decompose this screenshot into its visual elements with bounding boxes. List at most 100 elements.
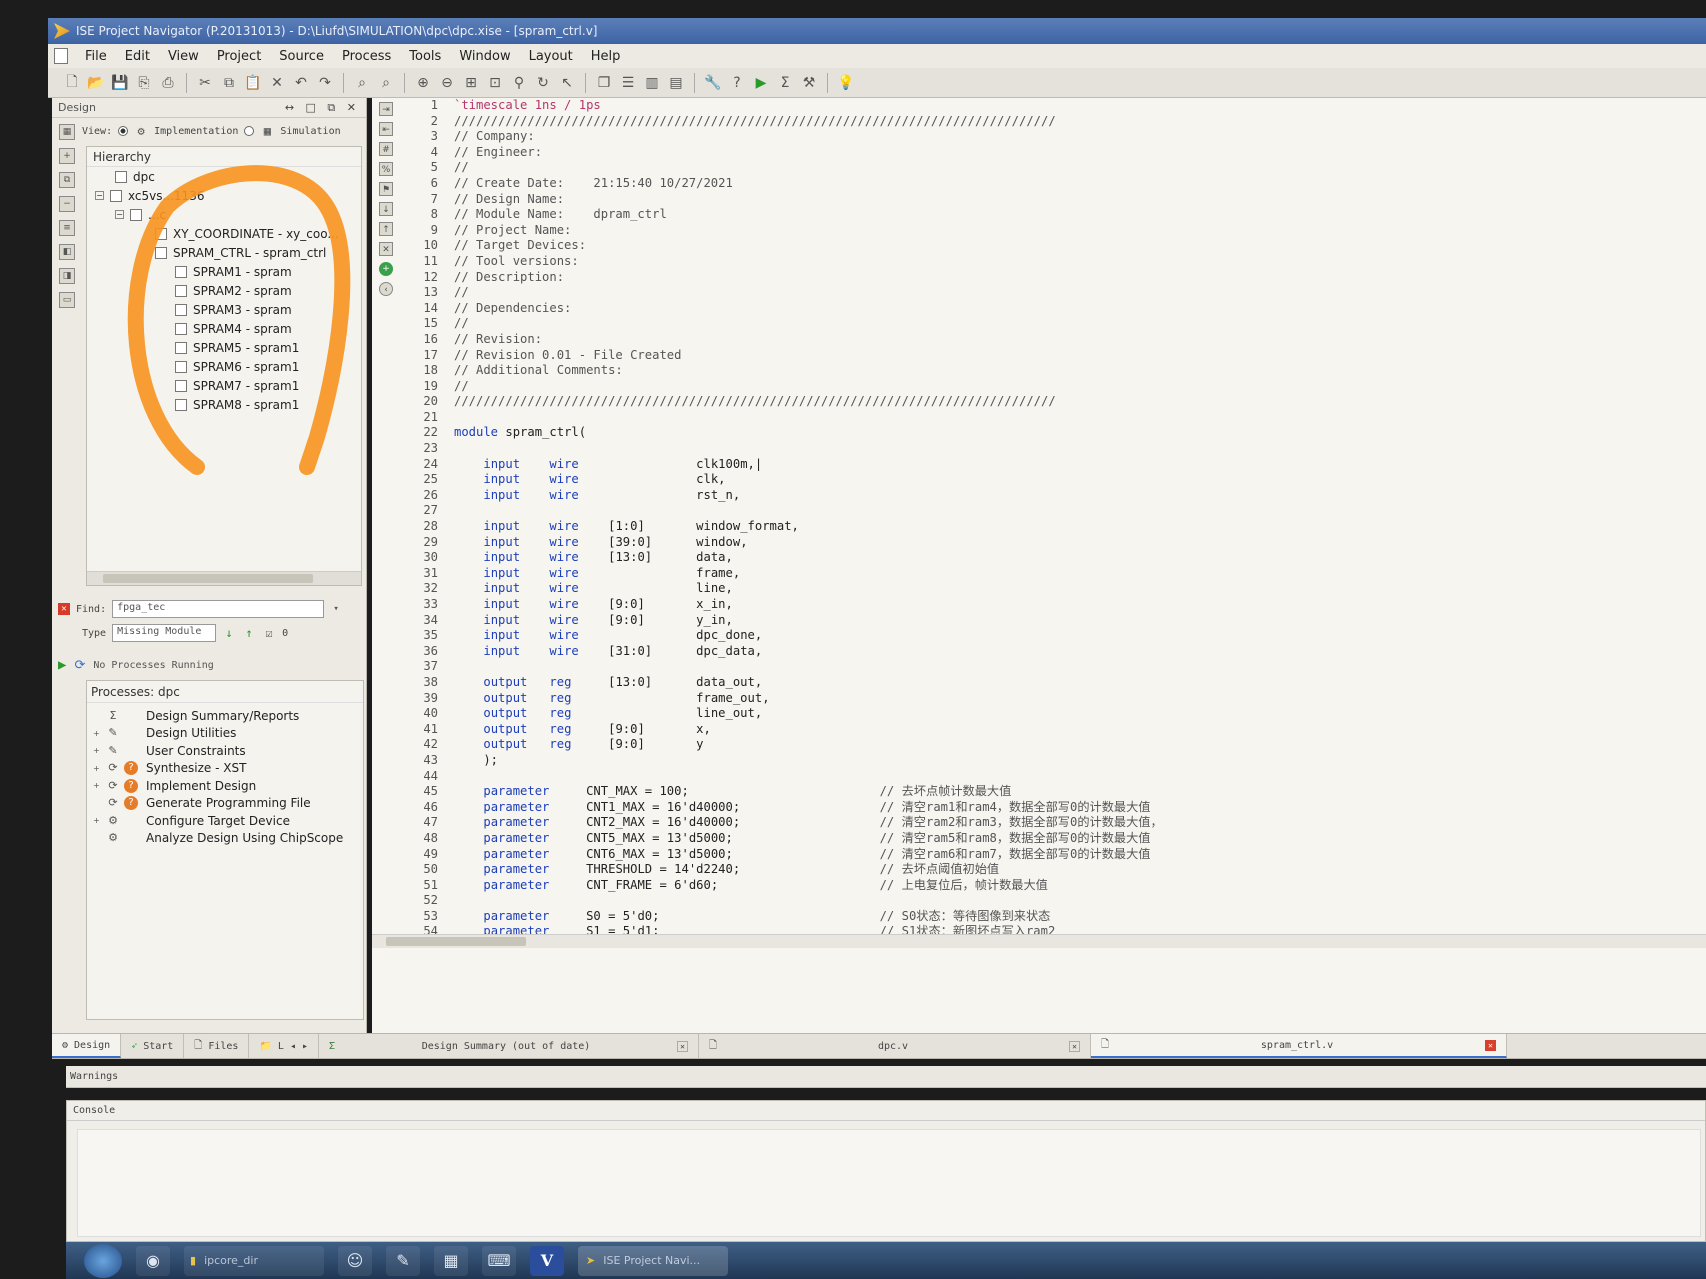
go-back-icon[interactable]: ‹: [379, 282, 393, 296]
code-line[interactable]: 29 input wire [39:0] window,: [412, 535, 1702, 551]
zoom-out-icon[interactable]: ⊖: [437, 73, 457, 93]
delete-icon[interactable]: ✕: [267, 73, 287, 93]
code-line[interactable]: 33 input wire [9:0] x_in,: [412, 597, 1702, 613]
code-line[interactable]: 10 // Target Devices:: [412, 238, 1702, 254]
console-output[interactable]: [77, 1129, 1701, 1237]
uncomment-icon[interactable]: %: [379, 162, 393, 176]
run-process-icon[interactable]: ▶: [58, 657, 66, 673]
hierarchy-node[interactable]: − xc5vs...1136: [87, 186, 361, 205]
code-line[interactable]: 45 parameter CNT_MAX = 100; // 去坏点帧计数最大值: [412, 784, 1702, 800]
language-templates-icon[interactable]: +: [379, 262, 393, 276]
code-line[interactable]: 4 // Engineer:: [412, 145, 1702, 161]
outdent-icon[interactable]: ⇤: [379, 122, 393, 136]
find-options-icon[interactable]: ☑: [262, 623, 276, 643]
find-dropdown-icon[interactable]: ▾: [330, 599, 342, 619]
type-select[interactable]: Missing Module: [112, 624, 217, 642]
visio-icon[interactable]: V: [530, 1245, 564, 1276]
hammer-icon[interactable]: ⚒: [799, 73, 819, 93]
process-item[interactable]: ⚙ Analyze Design Using ChipScope: [87, 830, 363, 848]
find-in-files-icon[interactable]: ⌕: [376, 73, 396, 93]
indent-icon[interactable]: ⇥: [379, 102, 393, 116]
code-line[interactable]: 19 //: [412, 379, 1702, 395]
code-line[interactable]: 26 input wire rst_n,: [412, 488, 1702, 504]
code-line[interactable]: 14 // Dependencies:: [412, 301, 1702, 317]
sigma-icon[interactable]: Σ: [775, 73, 795, 93]
simulation-radio[interactable]: [244, 126, 255, 136]
menu-view[interactable]: View: [159, 49, 208, 64]
code-line[interactable]: 3 // Company:: [412, 129, 1702, 145]
code-line[interactable]: 53 parameter S0 = 5'd0; // S0状态：等待图像到来状态: [412, 909, 1702, 925]
run-icon[interactable]: ▶: [751, 73, 771, 93]
process-item[interactable]: + ⟳? Implement Design: [87, 777, 363, 795]
hierarchy-node[interactable]: SPRAM2 - spram: [87, 281, 361, 300]
lightbulb-icon[interactable]: 💡: [836, 73, 856, 93]
code-line[interactable]: 9 // Project Name:: [412, 223, 1702, 239]
process-item[interactable]: + ✎ User Constraints: [87, 742, 363, 760]
code-line[interactable]: 5 //: [412, 160, 1702, 176]
code-line[interactable]: 27: [412, 503, 1702, 519]
menu-help[interactable]: Help: [582, 49, 630, 64]
wrench-icon[interactable]: 🔧: [703, 73, 723, 93]
undo-icon[interactable]: ↶: [291, 73, 311, 93]
code-line[interactable]: 36 input wire [31:0] dpc_data,: [412, 644, 1702, 660]
remove-source-icon[interactable]: −: [59, 196, 75, 212]
code-line[interactable]: 25 input wire clk,: [412, 472, 1702, 488]
print-icon[interactable]: ⎙: [158, 73, 178, 93]
menu-source[interactable]: Source: [270, 49, 333, 64]
tab-scroll-left-icon[interactable]: ◂: [290, 1041, 296, 1052]
process-expander-icon[interactable]: +: [93, 729, 102, 738]
code-line[interactable]: 32 input wire line,: [412, 581, 1702, 597]
find-input[interactable]: fpga_tec: [112, 600, 325, 618]
panel-icon[interactable]: ▭: [59, 292, 75, 308]
tab-scroll-right-icon[interactable]: ▸: [302, 1041, 308, 1052]
dpc-v-close-icon[interactable]: ✕: [1069, 1040, 1080, 1052]
tab-files[interactable]: 🗋 Files: [184, 1034, 250, 1058]
code-line[interactable]: 42 output reg [9:0] y: [412, 737, 1702, 753]
tree-expander-icon[interactable]: −: [115, 210, 124, 219]
code-line[interactable]: 13 //: [412, 285, 1702, 301]
select-icon[interactable]: ↖: [557, 73, 577, 93]
add-copy-icon[interactable]: ⧉: [59, 172, 75, 188]
refresh-icon[interactable]: ↻: [533, 73, 553, 93]
code-line[interactable]: 15 //: [412, 316, 1702, 332]
code-line[interactable]: 28 input wire [1:0] window_format,: [412, 519, 1702, 535]
warnings-panel[interactable]: Warnings: [66, 1066, 1706, 1088]
implementation-radio[interactable]: [118, 126, 129, 136]
tab-design[interactable]: ⚙ Design: [52, 1034, 122, 1058]
hierarchy-node[interactable]: − ...c: [87, 205, 361, 224]
menu-project[interactable]: Project: [208, 49, 270, 64]
find-next-icon[interactable]: ↓: [222, 623, 236, 643]
menu-layout[interactable]: Layout: [520, 49, 582, 64]
properties-icon[interactable]: ≡: [59, 220, 75, 236]
menu-process[interactable]: Process: [333, 49, 400, 64]
code-line[interactable]: 39 output reg frame_out,: [412, 691, 1702, 707]
copy-icon[interactable]: ⧉: [219, 73, 239, 93]
process-expander-icon[interactable]: +: [93, 764, 102, 773]
open-icon[interactable]: ◧: [59, 244, 75, 260]
start-button[interactable]: [84, 1243, 122, 1278]
hierarchy-node[interactable]: SPRAM3 - spram: [87, 300, 361, 319]
simulation-label[interactable]: Simulation: [280, 126, 340, 137]
code-area[interactable]: 1 `timescale 1ns / 1ps 2//////////////////…: [412, 98, 1702, 934]
zoom-area-icon[interactable]: ⊡: [485, 73, 505, 93]
code-line[interactable]: 23: [412, 441, 1702, 457]
code-line[interactable]: 37: [412, 659, 1702, 675]
hierarchy-node[interactable]: SPRAM7 - spram1: [87, 376, 361, 395]
code-line[interactable]: 20 //////////////////////////////////////…: [412, 394, 1702, 410]
code-line[interactable]: 50 parameter THRESHOLD = 14'd2240; // 去坏…: [412, 862, 1702, 878]
find-previous-icon[interactable]: ↑: [242, 623, 256, 643]
redo-icon[interactable]: ↷: [315, 73, 335, 93]
hierarchy-node[interactable]: XY_COORDINATE - xy_coo...: [87, 224, 361, 243]
find-icon[interactable]: ⌕: [352, 73, 372, 93]
calculator-icon[interactable]: ▦: [434, 1245, 468, 1276]
clear-bookmarks-icon[interactable]: ✕: [379, 242, 393, 256]
code-line[interactable]: 17 // Revision 0.01 - File Created: [412, 348, 1702, 364]
process-expander-icon[interactable]: +: [93, 781, 102, 790]
browser-icon[interactable]: ◉: [136, 1245, 170, 1276]
hierarchy-node[interactable]: SPRAM5 - spram1: [87, 338, 361, 357]
editor-hscrollbar[interactable]: [372, 934, 1706, 948]
tile-horizontal-icon[interactable]: ☰: [618, 73, 638, 93]
menu-edit[interactable]: Edit: [116, 49, 159, 64]
code-line[interactable]: 1 `timescale 1ns / 1ps: [412, 98, 1702, 114]
help-pointer-icon[interactable]: ?: [727, 73, 747, 93]
